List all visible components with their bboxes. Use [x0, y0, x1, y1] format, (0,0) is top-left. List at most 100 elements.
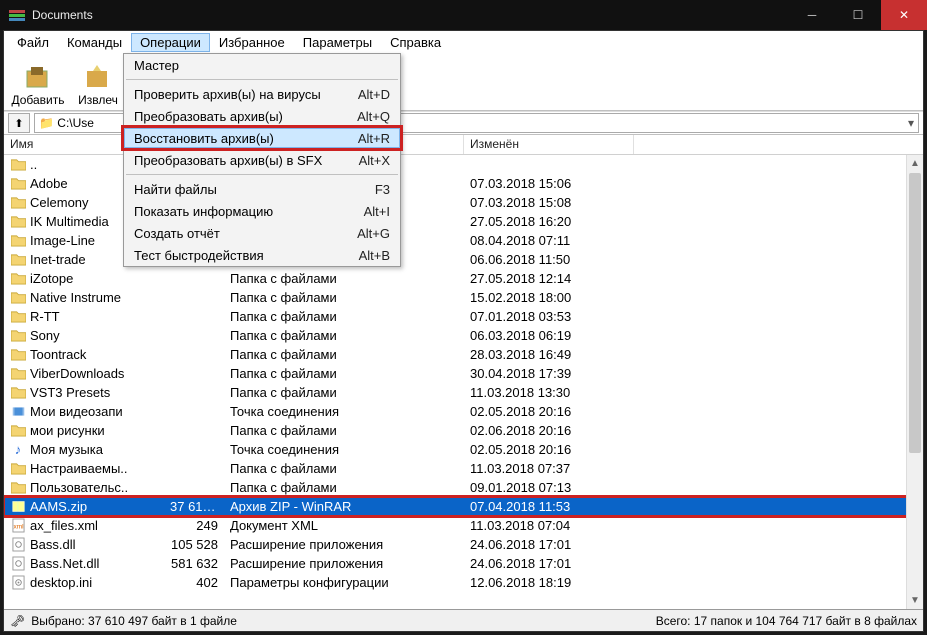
file-modified: 06.06.2018 11:50 [464, 252, 634, 267]
scroll-up-icon[interactable]: ▲ [907, 155, 923, 172]
close-button[interactable]: ✕ [881, 0, 927, 30]
menu-item[interactable]: Восстановить архив(ы)Alt+R [124, 128, 400, 148]
file-modified: 30.04.2018 17:39 [464, 366, 634, 381]
path-text: C:\Use [57, 116, 94, 130]
app-window: Documents ─ ☐ ✕ ФайлКомандыОперацииИзбра… [0, 0, 927, 635]
menu-справка[interactable]: Справка [381, 33, 450, 52]
up-button[interactable]: ⬆ [8, 113, 30, 133]
file-modified: 24.06.2018 17:01 [464, 556, 634, 571]
menu-item[interactable]: Тест быстродействияAlt+B [124, 244, 400, 266]
col-modified[interactable]: Изменён [464, 135, 634, 154]
file-name: Celemony [30, 195, 89, 210]
folder-icon [10, 271, 26, 287]
file-row[interactable]: Пользовательс..Папка с файлами09.01.2018… [4, 478, 923, 497]
file-row[interactable]: ♪Моя музыкаТочка соединения02.05.2018 20… [4, 440, 923, 459]
status-right: Всего: 17 папок и 104 764 717 байт в 8 ф… [656, 614, 917, 628]
file-name: IK Multimedia [30, 214, 109, 229]
file-name: Native Instrume [30, 290, 121, 305]
file-name: Bass.dll [30, 537, 76, 552]
menu-параметры[interactable]: Параметры [294, 33, 381, 52]
scroll-thumb[interactable] [909, 173, 921, 453]
menu-item-label: Показать информацию [134, 204, 364, 219]
status-bar: 🗝 Выбрано: 37 610 497 байт в 1 файле Все… [4, 609, 923, 631]
app-body: ФайлКомандыОперацииИзбранноеПараметрыСпр… [3, 30, 924, 632]
file-row[interactable]: мои рисункиПапка с файлами02.06.2018 20:… [4, 421, 923, 440]
file-type: Папка с файлами [224, 461, 464, 476]
status-icon: 🗝 [10, 614, 25, 628]
file-type: Параметры конфигурации [224, 575, 464, 590]
menu-item-shortcut: Alt+I [364, 204, 390, 219]
file-modified: 12.06.2018 18:19 [464, 575, 634, 590]
vertical-scrollbar[interactable]: ▲ ▼ [906, 155, 923, 609]
file-modified: 15.02.2018 18:00 [464, 290, 634, 305]
app-icon [8, 6, 26, 24]
menu-item[interactable]: Создать отчётAlt+G [124, 222, 400, 244]
file-modified: 07.01.2018 03:53 [464, 309, 634, 324]
menu-item[interactable]: Проверить архив(ы) на вирусыAlt+D [124, 83, 400, 105]
file-modified: 02.05.2018 20:16 [464, 442, 634, 457]
minimize-button[interactable]: ─ [789, 0, 835, 30]
folder-icon [10, 195, 26, 211]
file-row[interactable]: SonyПапка с файлами06.03.2018 06:19 [4, 326, 923, 345]
menu-item-shortcut: Alt+G [357, 226, 390, 241]
file-row[interactable]: ViberDownloadsПапка с файлами30.04.2018 … [4, 364, 923, 383]
file-modified: 07.04.2018 11:53 [464, 499, 634, 514]
file-type: Папка с файлами [224, 309, 464, 324]
menu-separator [126, 174, 398, 175]
toolbar-add-button[interactable]: Добавить [8, 55, 68, 109]
menu-item[interactable]: Найти файлыF3 [124, 178, 400, 200]
file-row[interactable]: Bass.dll105 528Расширение приложения24.0… [4, 535, 923, 554]
file-row[interactable]: iZotopeПапка с файлами27.05.2018 12:14 [4, 269, 923, 288]
file-row[interactable]: R-TTПапка с файлами07.01.2018 03:53 [4, 307, 923, 326]
window-title: Documents [32, 8, 789, 22]
menu-bar: ФайлКомандыОперацииИзбранноеПараметрыСпр… [4, 31, 923, 53]
folder-icon [10, 157, 26, 173]
folder-icon [10, 347, 26, 363]
folder-icon [10, 385, 26, 401]
file-row[interactable]: xmlax_files.xml249Документ XML11.03.2018… [4, 516, 923, 535]
menu-операции[interactable]: Операции [131, 33, 210, 52]
menu-item-label: Мастер [134, 58, 390, 73]
file-row[interactable]: Native InstrumeПапка с файлами15.02.2018… [4, 288, 923, 307]
file-row[interactable]: Настраиваемы..Папка с файлами11.03.2018 … [4, 459, 923, 478]
file-row[interactable]: Bass.Net.dll581 632Расширение приложения… [4, 554, 923, 573]
file-modified: 02.05.2018 20:16 [464, 404, 634, 419]
extract-icon [82, 61, 114, 93]
folder-icon [10, 461, 26, 477]
file-modified: 02.06.2018 20:16 [464, 423, 634, 438]
file-name: iZotope [30, 271, 73, 286]
toolbar-label: Извлеч [78, 93, 118, 107]
menu-команды[interactable]: Команды [58, 33, 131, 52]
dll-icon [10, 537, 26, 553]
menu-item[interactable]: Мастер [124, 54, 400, 76]
file-row[interactable]: Мои видеозапиТочка соединения02.05.2018 … [4, 402, 923, 421]
path-dropdown-icon[interactable]: ▾ [908, 116, 914, 130]
folder-icon [10, 366, 26, 382]
file-modified: 09.01.2018 07:13 [464, 480, 634, 495]
menu-item-label: Тест быстродействия [134, 248, 359, 263]
file-row[interactable]: ToontrackПапка с файлами28.03.2018 16:49 [4, 345, 923, 364]
file-name: Моя музыка [30, 442, 103, 457]
file-name: VST3 Presets [30, 385, 110, 400]
file-modified: 06.03.2018 06:19 [464, 328, 634, 343]
scroll-down-icon[interactable]: ▼ [907, 592, 923, 609]
toolbar-extract-button[interactable]: Извлеч [68, 55, 128, 109]
file-name: Adobe [30, 176, 68, 191]
menu-файл[interactable]: Файл [8, 33, 58, 52]
file-size: 402 [164, 575, 224, 590]
file-type: Точка соединения [224, 442, 464, 457]
menu-item[interactable]: Преобразовать архив(ы) в SFXAlt+X [124, 149, 400, 171]
file-modified: 27.05.2018 12:14 [464, 271, 634, 286]
menu-item-shortcut: Alt+B [359, 248, 390, 263]
file-row[interactable]: VST3 PresetsПапка с файлами11.03.2018 13… [4, 383, 923, 402]
menu-избранное[interactable]: Избранное [210, 33, 294, 52]
menu-item[interactable]: Показать информациюAlt+I [124, 200, 400, 222]
folder-icon [10, 328, 26, 344]
file-modified: 11.03.2018 13:30 [464, 385, 634, 400]
file-row[interactable]: AAMS.zip37 610 497Архив ZIP - WinRAR07.0… [4, 497, 923, 516]
maximize-button[interactable]: ☐ [835, 0, 881, 30]
file-name: Настраиваемы.. [30, 461, 128, 476]
file-row[interactable]: desktop.ini402Параметры конфигурации12.0… [4, 573, 923, 592]
menu-item[interactable]: Преобразовать архив(ы)Alt+Q [124, 105, 400, 127]
zip-icon [10, 499, 26, 515]
